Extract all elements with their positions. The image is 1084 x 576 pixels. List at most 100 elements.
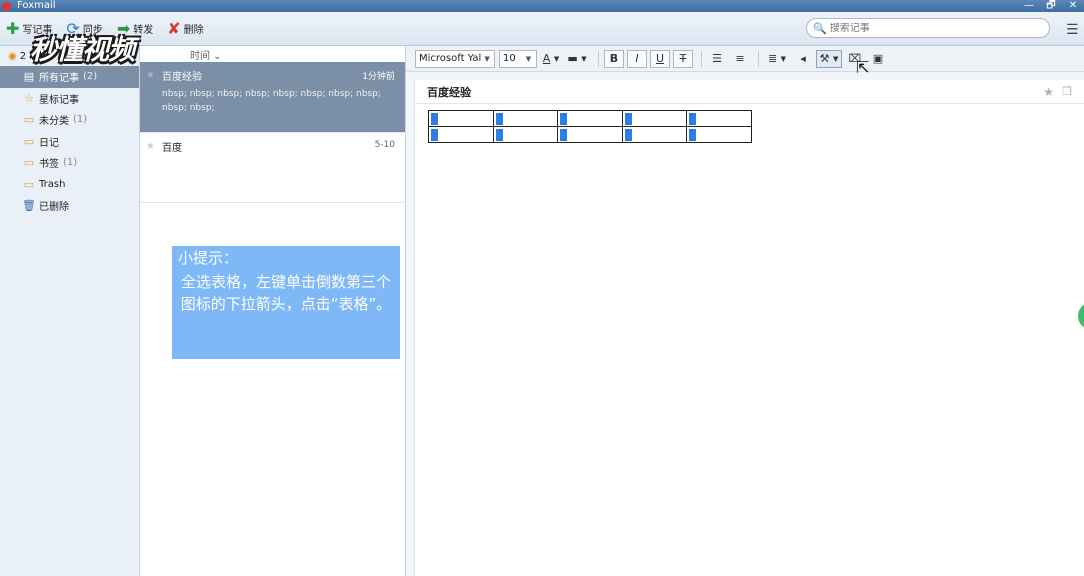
sidebar-item-all-notes[interactable]: ▤ 所有记事 (2) [0,66,139,88]
forward-label: 转发 [133,25,154,36]
account-label: 2 [19,50,27,62]
clear-format-icon[interactable]: ◂ [793,50,813,68]
menu-icon[interactable]: ☰ [1066,22,1079,38]
table-cell[interactable] [428,110,494,127]
strikethrough-button[interactable]: T [673,49,693,68]
selected-table[interactable] [428,110,752,143]
italic-button[interactable]: I [627,49,647,68]
delete-x-icon: ✘ [167,18,181,38]
table-cell[interactable] [686,110,752,127]
delete-label: 删除 [183,25,204,36]
divider [758,50,759,67]
selection-marker [624,129,632,141]
editor-pane: Microsoft Yal ▼ 10 ▼ A ▼ ▬ ▼ B I U T ☰ ≡ ≣… [406,46,1084,576]
table-row [428,110,752,127]
selection-marker [495,129,503,141]
document-area[interactable]: 百度经验 ★ ❐ [414,80,1084,576]
table-cell[interactable] [428,126,494,143]
sidebar-item-uncategorized[interactable]: ▭ 未分类 (1) [0,109,139,131]
sidebar-item-trash-folder[interactable]: ▭ Trash [0,174,139,196]
table-cell[interactable] [621,110,687,127]
selection-marker [689,129,696,141]
folder-icon: ▭ [23,134,35,148]
tip-title: 小提示： [178,249,239,267]
main-toolbar: ✚ 写记事 ⟳ 同步 ➡ 转发 ✘ 删除 🔍 ☰ [0,12,1084,46]
note-snippet: nbsp; nbsp; nbsp; nbsp; nbsp; nbsp; nbsp… [162,89,381,113]
chevron-down-icon: ▼ [525,54,532,63]
sidebar-item-count: (1) [63,157,78,169]
folder-icon: ▭ [23,156,35,170]
minimize-button[interactable]: — [1018,0,1040,12]
star-icon[interactable]: ★ [146,141,155,152]
note-title: 百度 [162,143,182,154]
font-family-select[interactable]: Microsoft Yal ▼ [415,49,495,68]
format-toolbar: Microsoft Yal ▼ 10 ▼ A ▼ ▬ ▼ B I U T ☰ ≡ ≣… [406,46,1084,72]
sidebar-item-label: 未分类 [39,116,69,128]
table-cell[interactable] [492,126,558,143]
font-color-button[interactable]: A ▼ [541,50,561,68]
bullet-list-icon[interactable]: ☰ [707,50,727,68]
folder-icon: ▭ [23,113,35,127]
star-icon[interactable]: ★ [1043,85,1054,99]
selection-marker [495,113,503,125]
sidebar-item-label: 日记 [39,137,59,149]
sidebar-item-starred[interactable]: ☆ 星标记事 [0,88,139,110]
folder-icon: ▭ [23,177,35,191]
title-bar: Foxmail — 🗗 ✕ [0,0,1084,12]
selection-marker [431,113,438,125]
table-cell[interactable] [492,110,558,127]
sidebar-item-label: Trash [39,178,66,190]
sidebar-item-label: 书签 [39,159,59,171]
foxmail-logo-icon [2,1,11,11]
sidebar-item-label: 已删除 [39,202,69,214]
font-size-select[interactable]: 10 ▼ [499,49,537,68]
watermark-logo: 秒懂视频 [30,35,135,66]
sort-dropdown[interactable]: 时间 ⌄ [140,46,405,62]
tip-body: 全选表格，左键单击倒数第三个图标的下拉箭头，点击“表格”。 [180,273,392,313]
highlight-color-button[interactable]: ▬ ▼ [564,50,590,68]
divider [701,50,702,67]
list-item[interactable]: ★ 百度经验 1分钟前 nbsp; nbsp; nbsp; nbsp; nbsp… [140,62,405,133]
table-cell[interactable] [557,126,623,143]
search-icon: 🔍 [813,21,827,35]
window-title: Foxmail [17,0,56,11]
copy-icon[interactable]: ❐ [1062,85,1072,98]
chevron-down-icon: ▼ [484,54,490,63]
numbered-list-icon[interactable]: ≡ [730,50,750,68]
trash-icon: 🗑 [22,199,36,213]
sidebar-item-count: (1) [73,114,88,126]
selection-marker [560,113,567,125]
image-icon[interactable]: ▣ [868,50,888,68]
table-insert-button[interactable]: ⚒ ▼ [816,49,842,68]
account-icon: ◉ [8,50,17,62]
sidebar: ◉ 2 ▤ 所有记事 (2) ☆ 星标记事 ▭ 未分类 (1) ▭ 日记 ▭ 书… [0,46,140,576]
note-time: 5-10 [374,140,395,150]
document-title[interactable]: 百度经验 [427,84,471,100]
restore-button[interactable]: 🗗 [1040,0,1062,12]
sidebar-item-count: (2) [83,71,98,83]
align-button[interactable]: ≣ ▼ [764,50,790,68]
sidebar-item-bookmarks[interactable]: ▭ 书签 (1) [0,152,139,174]
sidebar-item-label: 星标记事 [39,94,79,106]
bold-button[interactable]: B [604,49,624,68]
sidebar-item-deleted[interactable]: 🗑 已删除 [0,195,139,217]
delete-button[interactable]: ✘ 删除 [167,17,203,41]
sidebar-item-label: 所有记事 [39,73,79,85]
divider [598,50,599,67]
underline-button[interactable]: U [650,49,670,68]
table-cell[interactable] [557,110,623,127]
star-icon[interactable]: ★ [146,70,155,81]
list-item[interactable]: ★ 百度 5-10 [140,133,405,203]
note-time: 1分钟前 [362,72,395,82]
selection-marker [689,113,696,125]
table-cell[interactable] [621,126,687,143]
table-cell[interactable] [686,126,752,143]
selection-marker [431,129,438,141]
selection-marker [624,113,632,125]
search-input[interactable] [829,22,1030,34]
search-box[interactable]: 🔍 [806,18,1050,38]
sidebar-item-diary[interactable]: ▭ 日记 [0,131,139,153]
font-size-value: 10 [503,53,516,64]
note-icon: ▤ [23,70,35,84]
close-button[interactable]: ✕ [1062,0,1084,12]
